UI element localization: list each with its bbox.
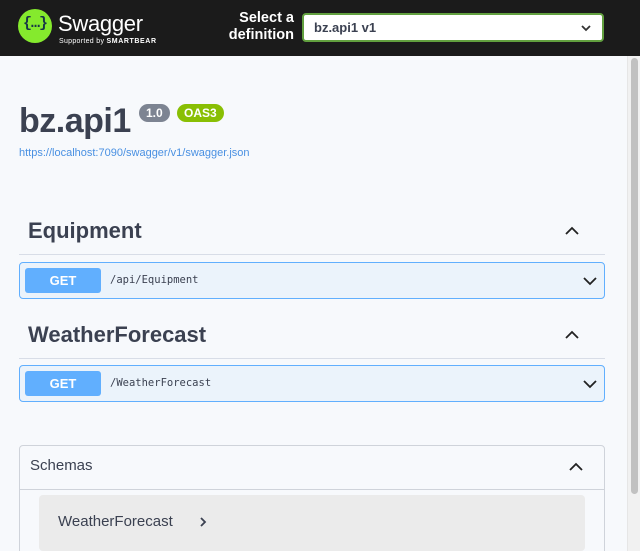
oas-badge: OAS3 xyxy=(177,104,224,122)
tag-weatherforecast-header[interactable]: WeatherForecast xyxy=(19,313,605,359)
api-info: bz.api1 1.0 OAS3 xyxy=(19,102,224,141)
operation-path: /api/Equipment xyxy=(110,274,199,286)
version-badge: 1.0 xyxy=(139,104,170,122)
model-weatherforecast[interactable]: WeatherForecast xyxy=(39,495,585,551)
method-badge: GET xyxy=(25,371,101,396)
schemas-section: Schemas WeatherForecast xyxy=(19,445,605,551)
chevron-down-icon[interactable] xyxy=(582,378,598,390)
chevron-down-icon xyxy=(581,25,591,32)
top-bar: {…} Swagger Supported by SMARTBEAR Selec… xyxy=(0,0,640,56)
brand-name: Swagger xyxy=(58,11,143,36)
chevron-up-icon[interactable] xyxy=(564,225,580,237)
select-definition-label: Select a definition xyxy=(228,10,294,43)
spec-url-link[interactable]: https://localhost:7090/swagger/v1/swagge… xyxy=(19,147,250,159)
chevron-up-icon[interactable] xyxy=(568,461,584,473)
chevron-right-icon[interactable] xyxy=(199,517,207,527)
tag-name: Equipment xyxy=(28,218,142,243)
page-title: bz.api1 xyxy=(19,102,131,140)
operation-path: /WeatherForecast xyxy=(110,377,212,389)
chevron-down-icon[interactable] xyxy=(582,275,598,287)
chevron-up-icon[interactable] xyxy=(564,329,580,341)
brand-supported-by: Supported by SMARTBEAR xyxy=(59,38,157,45)
method-badge: GET xyxy=(25,268,101,293)
schemas-header[interactable]: Schemas xyxy=(20,446,604,490)
scrollbar-thumb[interactable] xyxy=(631,58,638,494)
swagger-logo-icon: {…} xyxy=(18,9,52,43)
vertical-scrollbar[interactable] xyxy=(627,56,640,551)
definition-select-value: bz.api1 v1 xyxy=(314,20,377,35)
tag-name: WeatherForecast xyxy=(28,322,207,347)
tag-equipment-header[interactable]: Equipment xyxy=(19,209,605,255)
definition-select[interactable]: bz.api1 v1 xyxy=(302,13,604,42)
operation-get-equipment[interactable]: GET /api/Equipment xyxy=(19,262,605,299)
schemas-label: Schemas xyxy=(30,457,93,474)
model-name: WeatherForecast xyxy=(58,513,173,530)
operation-get-weatherforecast[interactable]: GET /WeatherForecast xyxy=(19,365,605,402)
